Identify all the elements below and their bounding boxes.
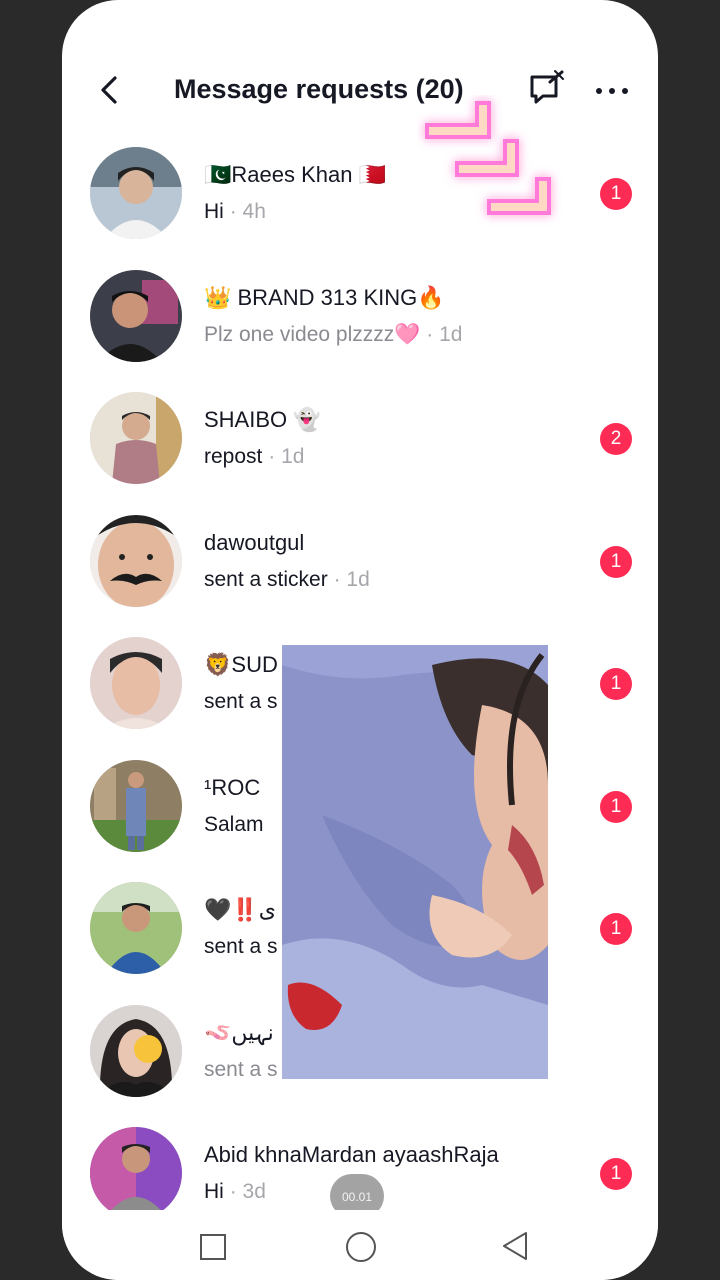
- back-icon[interactable]: [92, 72, 128, 108]
- unread-badge: 2: [600, 423, 632, 455]
- unread-badge: 1: [600, 545, 632, 578]
- message-text: sent a s: [204, 935, 278, 958]
- message-preview: sent a s: [204, 690, 278, 714]
- message-preview: Hi · 3d: [204, 1180, 266, 1204]
- message-time: 1d: [346, 567, 370, 591]
- video-overlay[interactable]: [282, 645, 548, 1079]
- sender-name: 👑 BRAND 313 KING🔥: [204, 284, 445, 310]
- unread-badge: 1: [600, 668, 632, 700]
- message-preview: repost · 1d: [204, 445, 304, 469]
- list-item[interactable]: dawoutgul sent a sticker · 1d 1: [62, 500, 658, 623]
- message-preview: sent a s: [204, 1058, 278, 1082]
- message-time: 1d: [281, 445, 305, 468]
- sender-name: 🪱نہیں: [204, 1019, 274, 1045]
- unread-badge: 1: [600, 913, 632, 945]
- sender-name: dawoutgul: [204, 529, 305, 555]
- avatar: [90, 147, 182, 239]
- phone-screen: Message requests (20) 🇵🇰Raees Khan 🇧🇭 Hi…: [62, 0, 658, 1280]
- message-preview: Hi · 4h: [204, 200, 266, 224]
- avatar: [90, 882, 182, 974]
- separator: ·: [426, 322, 434, 346]
- message-text: Hi: [204, 200, 224, 223]
- avatar: [90, 514, 182, 607]
- sender-name: ¹ROC: [204, 774, 261, 800]
- message-preview: sent a sticker · 1d: [204, 568, 370, 592]
- separator: ·: [229, 1180, 237, 1203]
- list-item[interactable]: 👑 BRAND 313 KING🔥 Plz one video plzzzz🩷 …: [62, 255, 658, 378]
- system-nav-bar: [62, 1210, 658, 1280]
- message-time: 4h: [242, 200, 266, 223]
- message-text: sent a sticker: [204, 567, 328, 591]
- avatar: [90, 1127, 182, 1219]
- sender-name: 🦁SUD: [204, 652, 278, 677]
- separator: ·: [333, 567, 341, 591]
- message-preview: Salam: [204, 813, 264, 837]
- separator: ·: [229, 200, 237, 223]
- unread-badge: 1: [600, 178, 632, 210]
- unread-badge: 1: [600, 790, 632, 823]
- more-options-icon[interactable]: [592, 72, 632, 108]
- nav-back-icon[interactable]: [500, 1230, 530, 1262]
- message-text: sent a s: [204, 1057, 278, 1081]
- message-text: repost: [204, 445, 263, 468]
- separator: ·: [268, 445, 276, 468]
- avatar: [90, 637, 182, 729]
- page-title: Message requests (20): [174, 74, 464, 104]
- sender-name: Abid khnaMardan ayaashRaja: [204, 1142, 499, 1167]
- sender-name: SHAIBO 👻: [204, 407, 321, 432]
- recent-apps-icon[interactable]: [200, 1234, 226, 1260]
- list-item[interactable]: 🇵🇰Raees Khan 🇧🇭 Hi · 4h 1: [62, 132, 658, 255]
- message-text: Salam: [204, 812, 264, 836]
- home-icon[interactable]: [346, 1232, 376, 1262]
- message-preview: Plz one video plzzzz🩷 · 1d: [204, 323, 462, 347]
- message-preview: sent a s: [204, 935, 278, 959]
- avatar: [90, 269, 182, 362]
- unread-badge: 1: [600, 1158, 632, 1190]
- message-time: 3d: [242, 1180, 266, 1203]
- message-text: Hi: [204, 1180, 224, 1203]
- new-message-icon[interactable]: [526, 68, 568, 110]
- message-text: Plz one video plzzzz🩷: [204, 322, 421, 346]
- list-item[interactable]: SHAIBO 👻 repost · 1d 2: [62, 377, 658, 500]
- avatar: [90, 392, 182, 484]
- avatar: [90, 759, 182, 852]
- message-time: 1d: [439, 322, 463, 346]
- sender-name: 🇵🇰Raees Khan 🇧🇭: [204, 162, 386, 187]
- header: Message requests (20): [62, 60, 658, 120]
- avatar: [90, 1004, 182, 1097]
- sender-name: 🖤‼️ی: [204, 897, 277, 922]
- message-text: sent a s: [204, 690, 278, 713]
